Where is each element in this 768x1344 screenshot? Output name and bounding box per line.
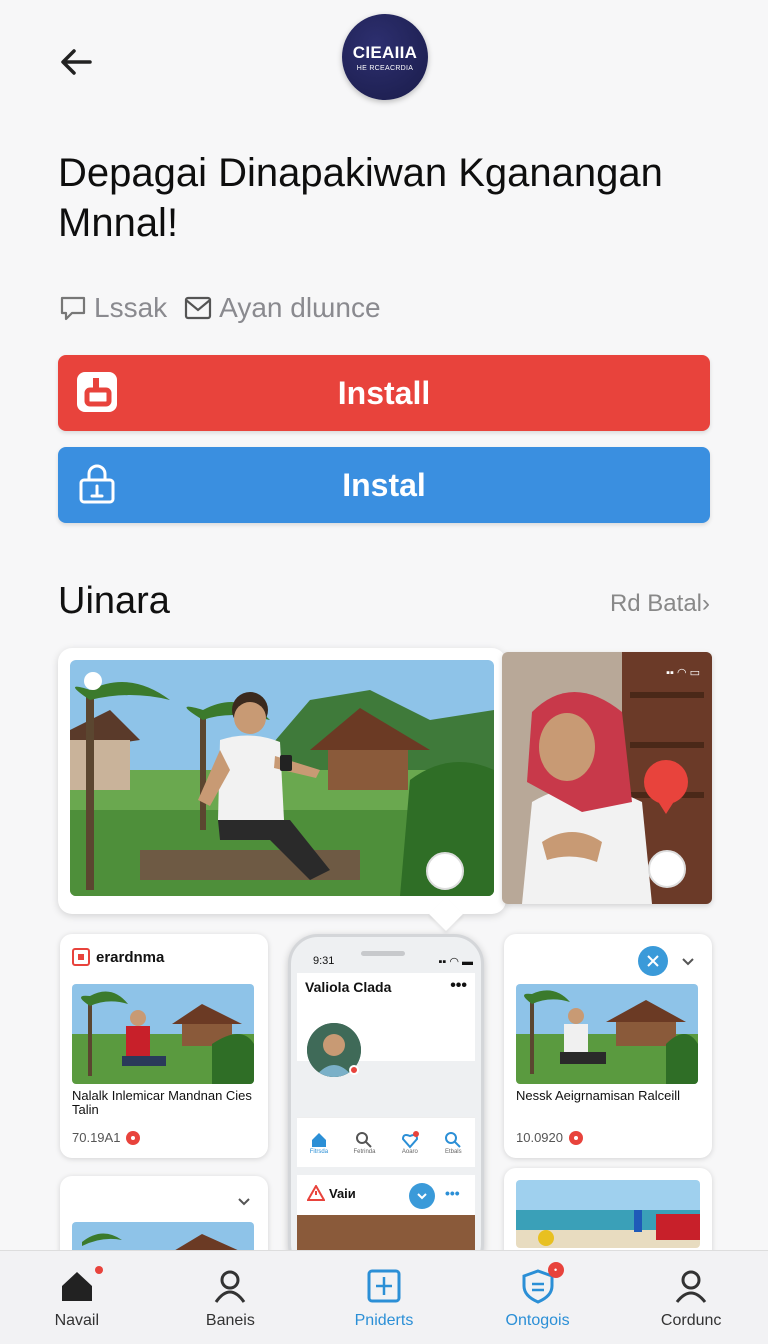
card-thumbnail	[516, 984, 698, 1084]
phone-tab-alerts[interactable]: Aoaro	[401, 1130, 419, 1155]
card-number-value: 70.19A1	[72, 1130, 121, 1145]
phone-tab-label: Etbals	[444, 1148, 462, 1155]
nav-label: Pniderts	[354, 1311, 414, 1329]
page-title: Depagai Dinapakiwan Kganangan Mnnal!	[58, 151, 663, 245]
install-button-red[interactable]: Install	[58, 355, 710, 431]
app-icon	[74, 369, 120, 415]
install-label: Instal	[342, 466, 426, 503]
nav-item-create[interactable]: Pniderts	[307, 1251, 461, 1344]
person-icon	[210, 1266, 250, 1306]
phone-tab-label: Fetrinda	[353, 1148, 376, 1155]
card-number: 10.0920	[516, 1130, 583, 1145]
section-title: Uinara	[58, 580, 170, 622]
nav-label: Baneis	[205, 1311, 255, 1329]
mail-icon	[185, 296, 212, 320]
card-caption: Nalalk Inlemicar Mandnan Cies Talin	[72, 1088, 252, 1117]
select-circle-button[interactable]	[648, 850, 686, 888]
nav-item-profile[interactable]: Cordunc	[614, 1251, 768, 1344]
card-thumbnail	[516, 1180, 700, 1248]
search-icon	[356, 1131, 373, 1148]
close-icon	[647, 955, 659, 967]
install-label: Install	[337, 374, 431, 411]
phone-title: Valiola Clada	[305, 979, 392, 995]
comments-label: Lssak	[94, 292, 168, 323]
nav-label: Ontogois	[505, 1311, 570, 1329]
home-icon	[57, 1265, 103, 1306]
profile-icon	[671, 1266, 711, 1306]
more-menu-button[interactable]: •••	[450, 977, 467, 995]
warning-icon	[307, 1185, 325, 1201]
phone-mockup: 9:31 ▪▪ ◠ ▬ Valiola Clada ••• Fitrsda Fe…	[288, 934, 484, 1274]
phone-status-bar: 9:31 ▪▪ ◠ ▬	[313, 955, 473, 968]
nav-label: Navail	[54, 1311, 100, 1329]
see-all-link[interactable]: Rd Batal›	[610, 590, 710, 618]
phone-post-more[interactable]: •••	[445, 1185, 460, 1201]
card-number-value: 10.0920	[516, 1130, 563, 1145]
chevron-down-icon	[417, 1193, 427, 1200]
app-logo: CIEAIIA HE RCEACRDIA	[342, 14, 428, 100]
logo-subtext: HE RCEACRDIA	[356, 64, 414, 72]
bottom-nav: Navail Baneis Pniderts • Ontogois Cordun…	[0, 1250, 768, 1344]
live-indicator-icon	[569, 1130, 583, 1145]
comment-icon	[60, 296, 86, 321]
nav-item-security[interactable]: • Ontogois	[461, 1251, 615, 1344]
arrow-left-icon	[61, 49, 92, 75]
video-card[interactable]: Nessk Aeigrnamisan Ralceill 10.0920	[504, 934, 712, 1158]
record-icon	[72, 948, 90, 966]
lock-icon	[74, 461, 120, 507]
phone-check-button[interactable]	[409, 1183, 435, 1209]
live-indicator-icon	[126, 1130, 141, 1145]
notification-dot	[94, 1265, 103, 1274]
select-indicator[interactable]	[84, 672, 102, 690]
notification-badge: •	[547, 1261, 564, 1278]
card-pointer	[429, 897, 463, 931]
nav-item-people[interactable]: Baneis	[154, 1251, 308, 1344]
install-button-blue[interactable]: Instal	[58, 447, 710, 523]
comments-link[interactable]: Lssak	[58, 292, 167, 324]
online-dot	[349, 1065, 359, 1075]
card-thumbnail	[72, 984, 254, 1084]
phone-time: 9:31	[313, 955, 335, 967]
chevron-down-icon[interactable]	[236, 1194, 252, 1210]
chevron-down-icon[interactable]	[680, 954, 696, 970]
phone-tab-home[interactable]: Fitrsda	[310, 1131, 328, 1155]
mail-link[interactable]: Ayan dlɯnce	[183, 292, 381, 324]
check-button[interactable]	[638, 946, 668, 976]
search-icon	[445, 1131, 461, 1148]
nav-item-home[interactable]: Navail	[0, 1251, 154, 1344]
meta-row: Lssak Ayan dlɯnce	[58, 286, 381, 330]
compose-icon	[364, 1266, 404, 1306]
phone-post-label: Vaiи	[329, 1185, 356, 1201]
card-caption: Nessk Aeigrnamisan Ralceill	[516, 1088, 681, 1103]
back-button[interactable]	[52, 38, 100, 86]
home-icon	[311, 1132, 326, 1147]
shield-icon: •	[518, 1261, 564, 1306]
phone-tab-label: Aoaro	[401, 1148, 418, 1155]
side-photo-card[interactable]: ▪▪ ◠ ▭	[502, 652, 712, 904]
video-card[interactable]: erardnma Nalalk Inlemicar Mandnan Cies T…	[60, 934, 268, 1158]
phone-tab-search[interactable]: Fetrinda	[353, 1131, 375, 1155]
status-bar-icons: ▪▪ ◠ ▭	[666, 667, 700, 679]
phone-tab-label: Fitrsda	[309, 1148, 329, 1155]
top-bar: CIEAIIA HE RCEACRDIA	[0, 0, 768, 120]
card-head-label: erardnma	[96, 948, 165, 966]
logo-text: CIEAIIA	[352, 42, 418, 62]
heart-icon	[401, 1130, 419, 1149]
phone-tab-bar: Fitrsda Fetrinda Aoaro Etbals	[297, 1117, 475, 1167]
signal-icons: ▪▪ ◠ ▬	[438, 956, 473, 968]
mail-label: Ayan dlɯnce	[219, 292, 381, 323]
nav-label: Cordunc	[660, 1311, 722, 1329]
phone-tab-explore[interactable]: Etbals	[444, 1131, 462, 1155]
featured-photo-card[interactable]	[58, 648, 506, 931]
card-header: erardnma	[72, 948, 164, 966]
select-circle-button[interactable]	[426, 852, 464, 890]
card-number: 70.19A1	[72, 1130, 141, 1145]
phone-post-header: Vaiи	[307, 1185, 356, 1201]
